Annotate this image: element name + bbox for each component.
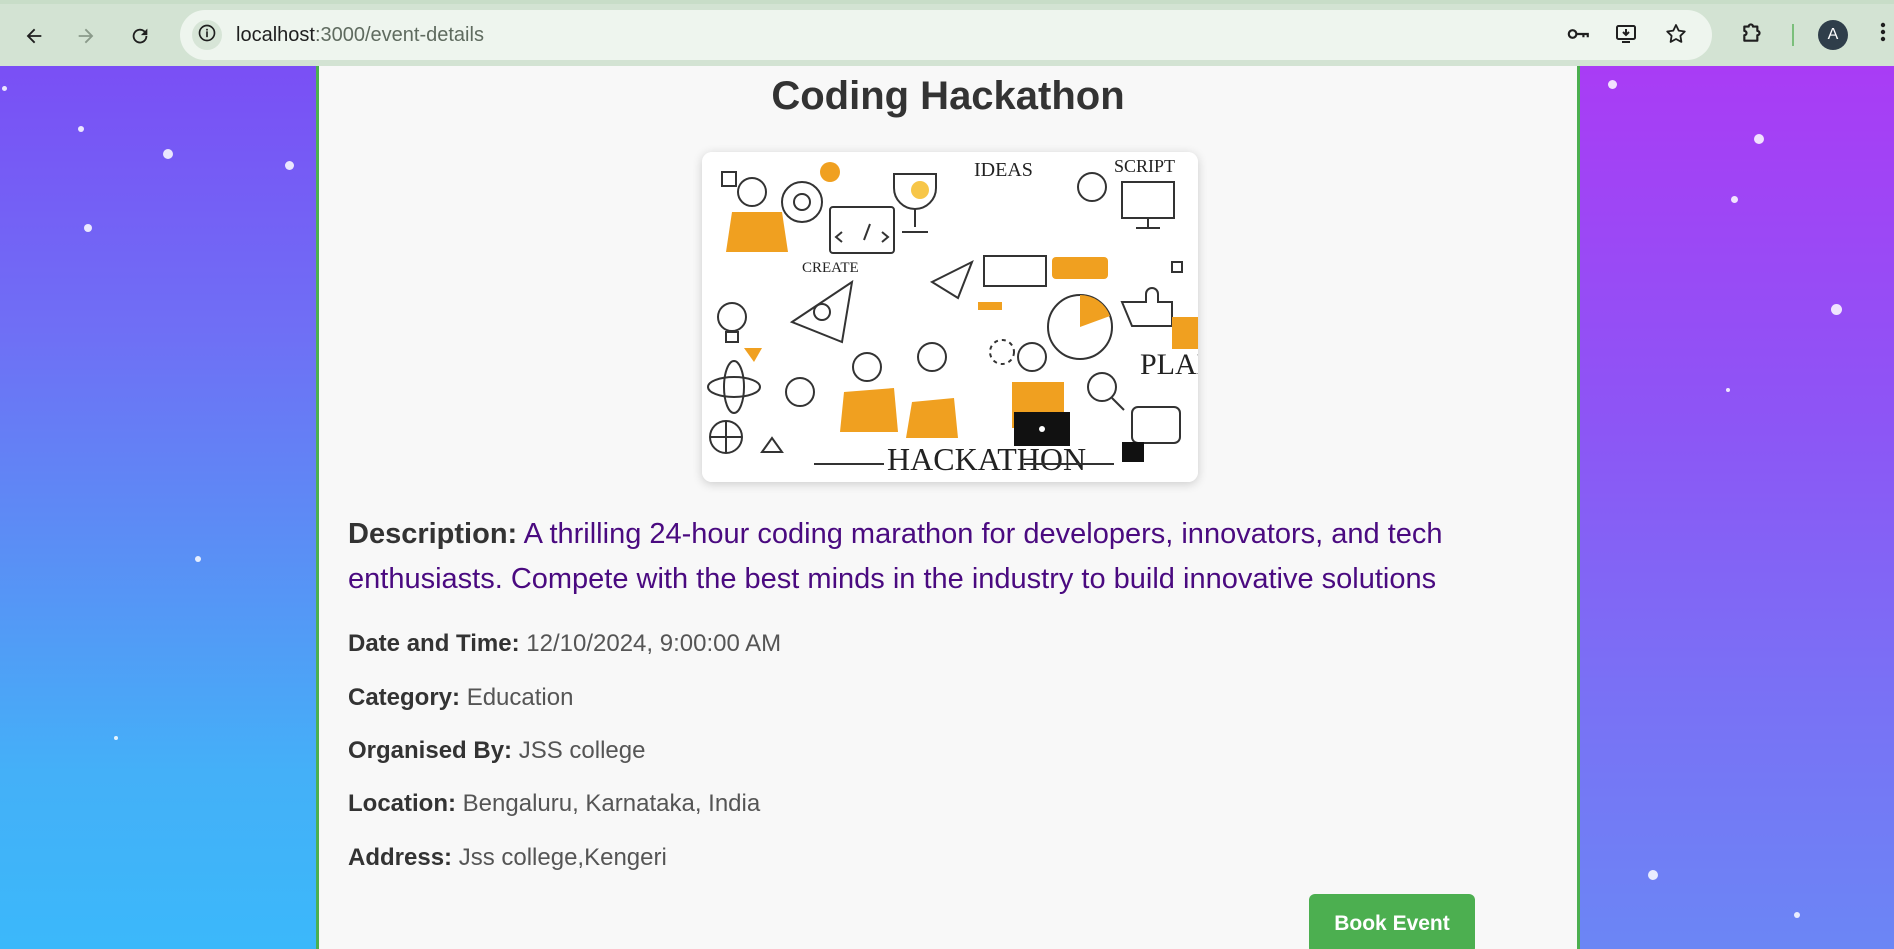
detail-value: Jss college,Kengeri: [458, 844, 667, 871]
detail-value: 12/10/2024, 9:00:00 AM: [526, 630, 782, 657]
illustration-word: IDEAS: [974, 159, 1033, 181]
menu-button[interactable]: [1872, 18, 1894, 50]
profile-avatar[interactable]: A: [1818, 20, 1848, 50]
detail-date-time: Date and Time: 12/10/2024, 9:00:00 AM: [348, 630, 781, 658]
detail-location: Location: Bengaluru, Karnataka, India: [348, 790, 760, 818]
background-particle: [163, 149, 173, 159]
background-particle: [1608, 80, 1617, 89]
key-icon: [1565, 21, 1591, 52]
background-particle: [1731, 196, 1738, 203]
arrow-left-icon: [23, 25, 45, 52]
background-particle: [2, 86, 7, 91]
background-particle: [195, 556, 201, 562]
detail-label: Location:: [348, 790, 456, 817]
background-particle: [1794, 912, 1800, 918]
site-info-button[interactable]: [192, 20, 222, 50]
forward-button[interactable]: [64, 16, 108, 60]
detail-value: Education: [466, 684, 574, 711]
background-particle: [1648, 870, 1658, 880]
detail-label: Organised By:: [348, 737, 513, 764]
reload-button[interactable]: [118, 16, 162, 60]
url-host: localhost: [236, 24, 315, 46]
background-particle: [1754, 134, 1764, 144]
illustration-word: HACKATHON: [887, 441, 1086, 477]
illustration-word: PLAN: [1140, 348, 1198, 381]
toolbar-separator: [1792, 24, 1794, 46]
url-path: :3000/event-details: [314, 24, 484, 46]
password-button[interactable]: [1564, 22, 1592, 50]
install-app-button[interactable]: [1612, 22, 1640, 50]
puzzle-icon: [1740, 19, 1766, 50]
profile-initial: A: [1827, 26, 1839, 43]
detail-organiser: Organised By: JSS college: [348, 737, 645, 765]
detail-label: Date and Time:: [348, 630, 520, 657]
address-bar[interactable]: localhost:3000/event-details: [180, 10, 1712, 60]
detail-address: Address: Jss college,Kengeri: [348, 844, 667, 872]
detail-category: Category: Education: [348, 684, 573, 712]
background-particle: [285, 161, 294, 170]
hackathon-illustration: IDEAS SCRIPT CREATE PLAN HACKATHON: [702, 152, 1198, 482]
illustration-word: CREATE: [802, 260, 859, 276]
background-particle: [114, 736, 118, 740]
event-description: Description: A thrilling 24-hour coding …: [348, 512, 1528, 602]
background-particle: [1831, 304, 1842, 315]
url-text[interactable]: localhost:3000/event-details: [236, 24, 484, 47]
arrow-right-icon: [75, 25, 97, 52]
bookmark-button[interactable]: [1662, 22, 1690, 50]
background-particle: [1726, 388, 1730, 392]
star-icon: [1664, 22, 1688, 51]
browser-toolbar: localhost:3000/event-details A: [0, 0, 1894, 66]
event-title: Coding Hackathon: [771, 74, 1125, 118]
detail-label: Category:: [348, 684, 461, 711]
detail-label: Address:: [348, 844, 453, 871]
illustration-word: SCRIPT: [1114, 156, 1175, 176]
event-image: IDEAS SCRIPT CREATE PLAN HACKATHON: [702, 152, 1198, 482]
install-app-icon: [1614, 22, 1638, 51]
detail-value: JSS college: [518, 737, 646, 764]
book-event-button[interactable]: Book Event: [1309, 894, 1475, 949]
background-particle: [78, 126, 84, 132]
info-icon: [197, 23, 217, 48]
reload-icon: [129, 25, 151, 52]
detail-value: Bengaluru, Karnataka, India: [462, 790, 761, 817]
extensions-button[interactable]: [1737, 18, 1769, 50]
description-label: Description:: [348, 518, 518, 550]
kebab-menu-icon: [1879, 20, 1887, 49]
back-button[interactable]: [12, 16, 56, 60]
background-particle: [84, 224, 92, 232]
event-details-card: Coding Hackathon IDEAS SCRIPT CREATE PLA…: [316, 66, 1580, 949]
